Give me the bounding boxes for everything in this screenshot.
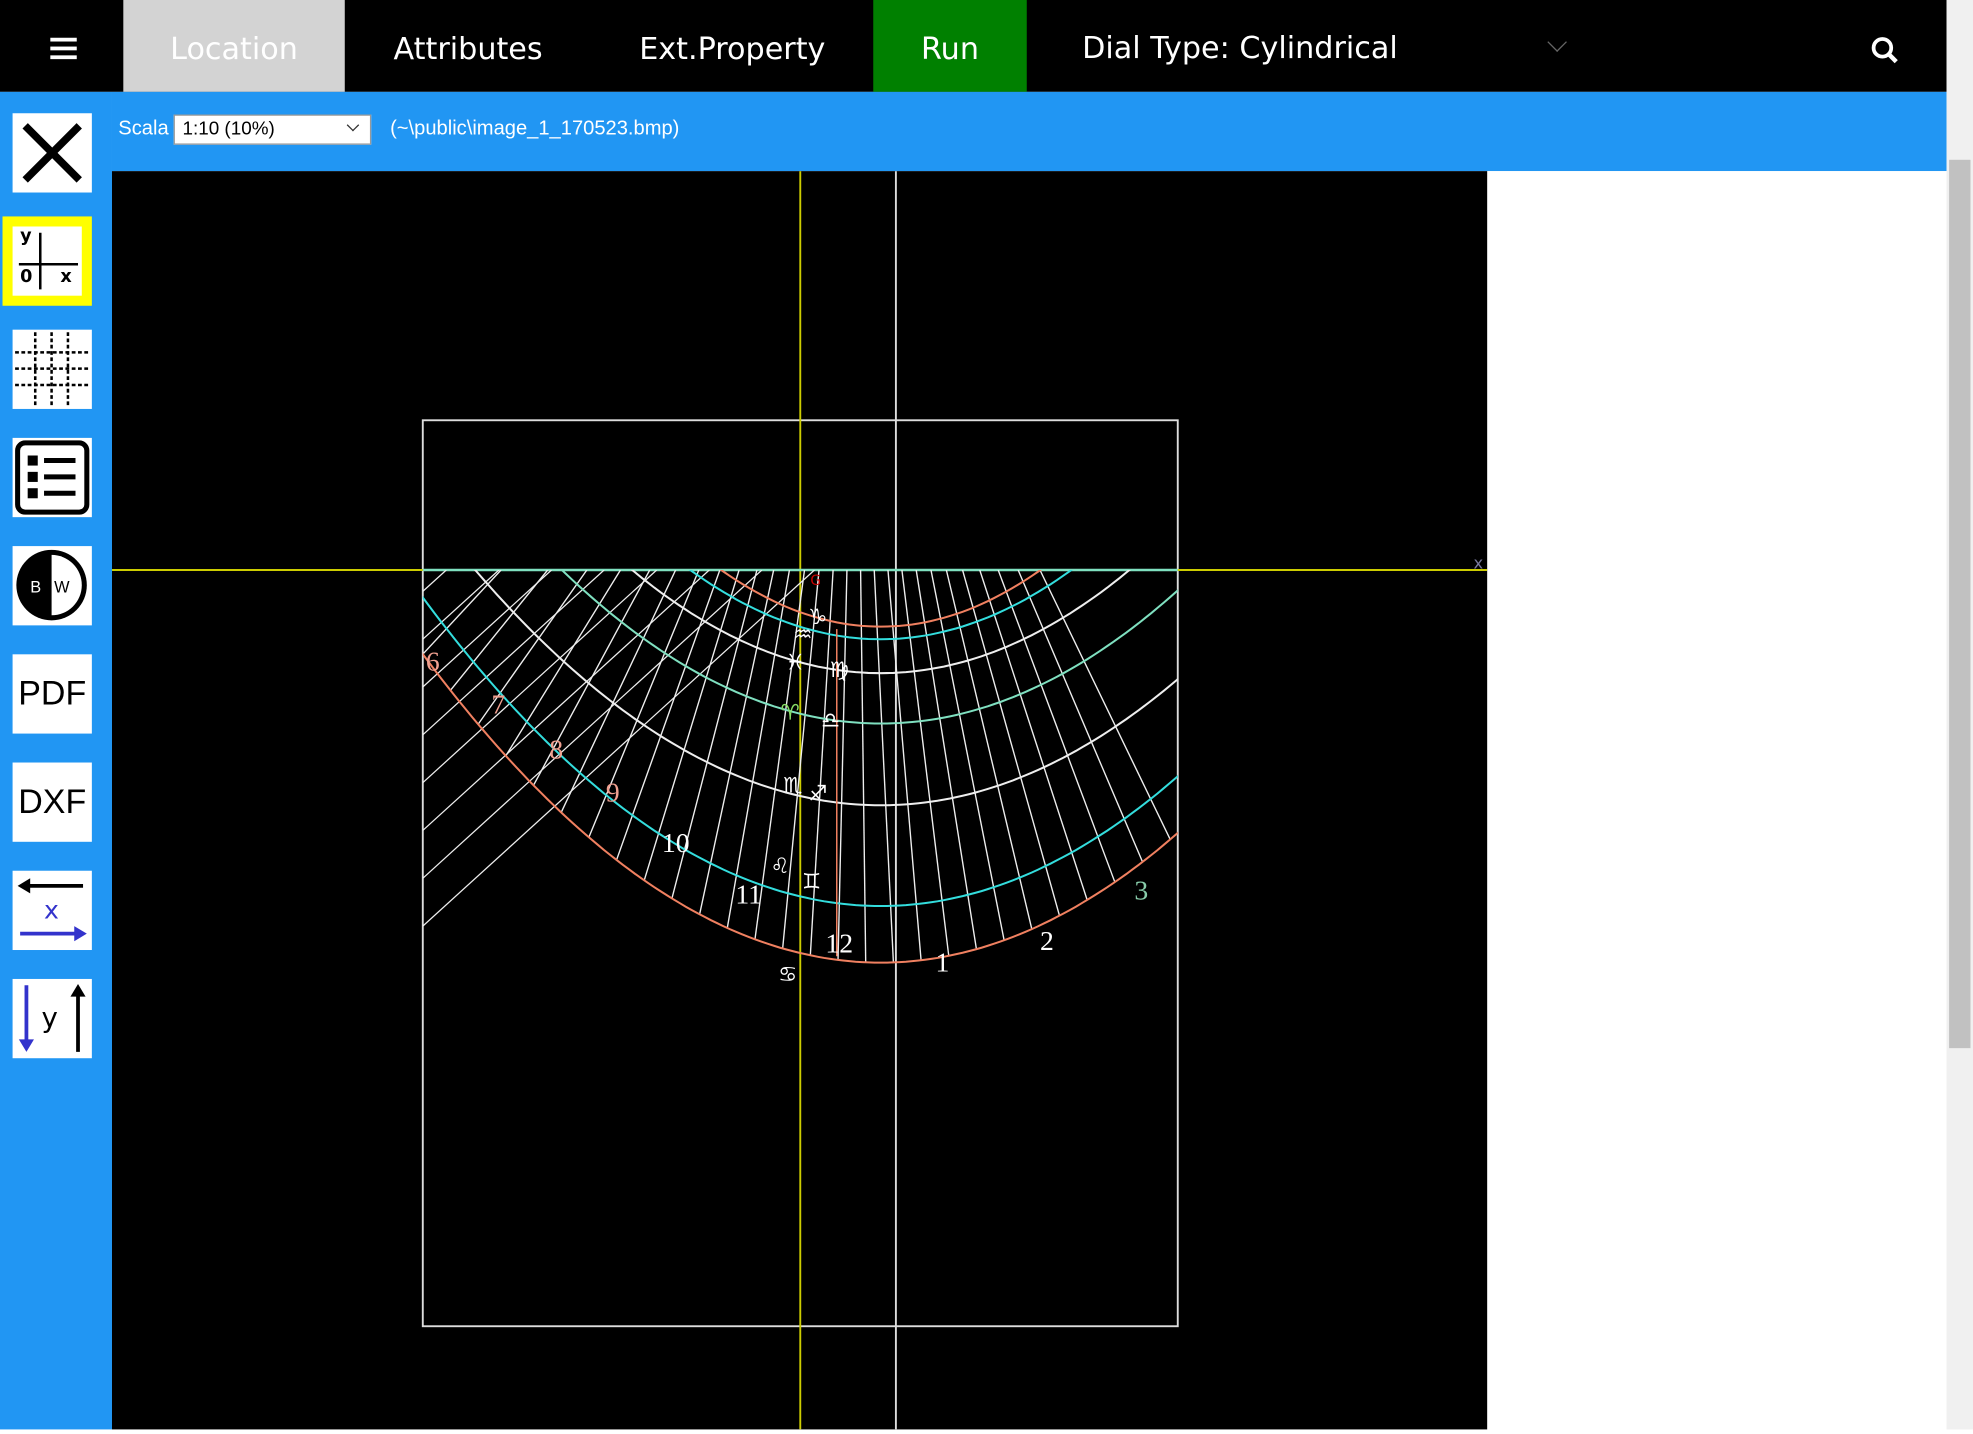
- declination-curve: [688, 570, 1073, 641]
- list-icon: [15, 440, 90, 515]
- tab-location[interactable]: Location: [123, 0, 345, 92]
- hour-line: [422, 570, 710, 831]
- hour-line: [615, 570, 721, 861]
- zodiac-label: ♎: [821, 708, 840, 733]
- zodiac-label: ♒: [793, 623, 812, 648]
- axis-x-label: x: [1473, 554, 1483, 573]
- chevron-down-icon: [346, 118, 360, 132]
- axes-button[interactable]: y 0 x: [2, 216, 92, 306]
- hamburger-icon-line: [50, 46, 77, 51]
- b-label: B: [30, 579, 41, 597]
- declination-curve: [422, 652, 1178, 964]
- sidebar: y 0 x B W PDF DXF x y: [0, 91, 112, 1430]
- sundial-drawing: 6789101112123♑♒♓ ♍♈ ♎♏ ♐♌♊♋ x G: [111, 171, 1488, 1430]
- chevron-down-icon[interactable]: [1547, 32, 1567, 52]
- tab-run[interactable]: Run: [873, 0, 1027, 92]
- hour-label: 1: [936, 946, 950, 977]
- scale-select[interactable]: 1:10 (10%): [173, 114, 372, 145]
- hour-line: [505, 570, 622, 757]
- hour-line: [887, 570, 922, 961]
- list-button[interactable]: [12, 437, 92, 518]
- file-path: (~\public\image_1_170523.bmp): [390, 118, 680, 140]
- zodiac-label: ♐: [808, 781, 827, 806]
- hour-line: [422, 570, 658, 784]
- hour-line: [422, 570, 605, 736]
- hour-line: [449, 570, 549, 691]
- declination-curve: [630, 570, 1131, 675]
- top-navbar: Location Attributes Ext.Property Run Dia…: [0, 0, 1947, 92]
- hour-label: 2: [1040, 925, 1054, 956]
- flip-x-icon: x: [17, 878, 87, 942]
- drawing-canvas[interactable]: 6 7 8 9 10 11 12 1 2 3 ♑ ♒ ♓ ♍ ♈ ♎ ♏ ♐ ♌ ♊ ♋ x G: [111, 171, 1488, 1430]
- y-label: y: [42, 1001, 58, 1034]
- zodiac-label: ♈: [781, 701, 800, 726]
- origin-label: 0: [20, 266, 33, 287]
- hour-label: 9: [606, 777, 620, 808]
- flip-y-icon: y: [18, 983, 86, 1052]
- declination-curve: [719, 570, 1043, 628]
- flip-x-button[interactable]: x: [12, 870, 92, 951]
- zodiac-label: ♍: [830, 658, 849, 683]
- black-white-button[interactable]: B W: [12, 546, 92, 626]
- blank-panel: [1487, 171, 1947, 1430]
- x-label: x: [44, 896, 59, 925]
- hour-label: 3: [1134, 875, 1148, 906]
- hour-label: 12: [825, 928, 853, 959]
- scale-label: Scala: [118, 118, 169, 140]
- tab-ext-property[interactable]: Ext.Property: [591, 0, 873, 92]
- zodiac-label: ♊: [802, 869, 821, 894]
- hour-label: 7: [491, 688, 505, 719]
- y-label: y: [20, 226, 32, 247]
- hour-line: [422, 570, 815, 927]
- grid-button[interactable]: [12, 329, 92, 409]
- vertical-scrollbar[interactable]: [1946, 0, 1973, 1430]
- hour-line: [873, 570, 895, 963]
- dial-type-select[interactable]: Dial Type: Cylindrical: [1082, 0, 1398, 92]
- hour-line: [997, 570, 1116, 883]
- black-white-icon: B W: [16, 549, 87, 621]
- tab-attributes[interactable]: Attributes: [345, 0, 592, 92]
- hour-line: [979, 570, 1088, 901]
- pdf-button[interactable]: PDF: [12, 654, 92, 734]
- close-button[interactable]: [12, 113, 92, 193]
- zodiac-label: ♋: [778, 962, 797, 987]
- hour-label: 8: [549, 734, 563, 765]
- menu-button[interactable]: [0, 0, 123, 92]
- search-icon[interactable]: [1870, 35, 1900, 65]
- flip-y-button[interactable]: y: [12, 978, 92, 1059]
- hour-line: [837, 570, 848, 960]
- hour-label: 6: [426, 646, 440, 677]
- zodiac-label: ♌: [771, 854, 790, 879]
- toolbar: Scala 1:10 (10%) (~\public\image_1_17052…: [111, 91, 1947, 172]
- hour-label: 11: [735, 878, 762, 909]
- w-label: W: [54, 579, 70, 597]
- hour-line: [859, 570, 867, 963]
- close-icon: [22, 123, 82, 183]
- hamburger-icon-line: [50, 55, 77, 60]
- hour-line: [422, 570, 447, 592]
- scale-value: 1:10 (10%): [182, 118, 275, 140]
- dxf-button[interactable]: DXF: [12, 762, 92, 842]
- x-label: x: [60, 266, 72, 287]
- zodiac-label: ♏: [783, 774, 802, 799]
- gnomon-label: G: [810, 573, 821, 589]
- zodiac-label: ♓: [786, 650, 805, 675]
- hamburger-icon: [50, 37, 77, 42]
- grid-icon: [15, 332, 90, 407]
- scrollbar-thumb[interactable]: [1949, 159, 1971, 1049]
- hour-label: 10: [662, 827, 690, 858]
- hour-line: [422, 570, 552, 688]
